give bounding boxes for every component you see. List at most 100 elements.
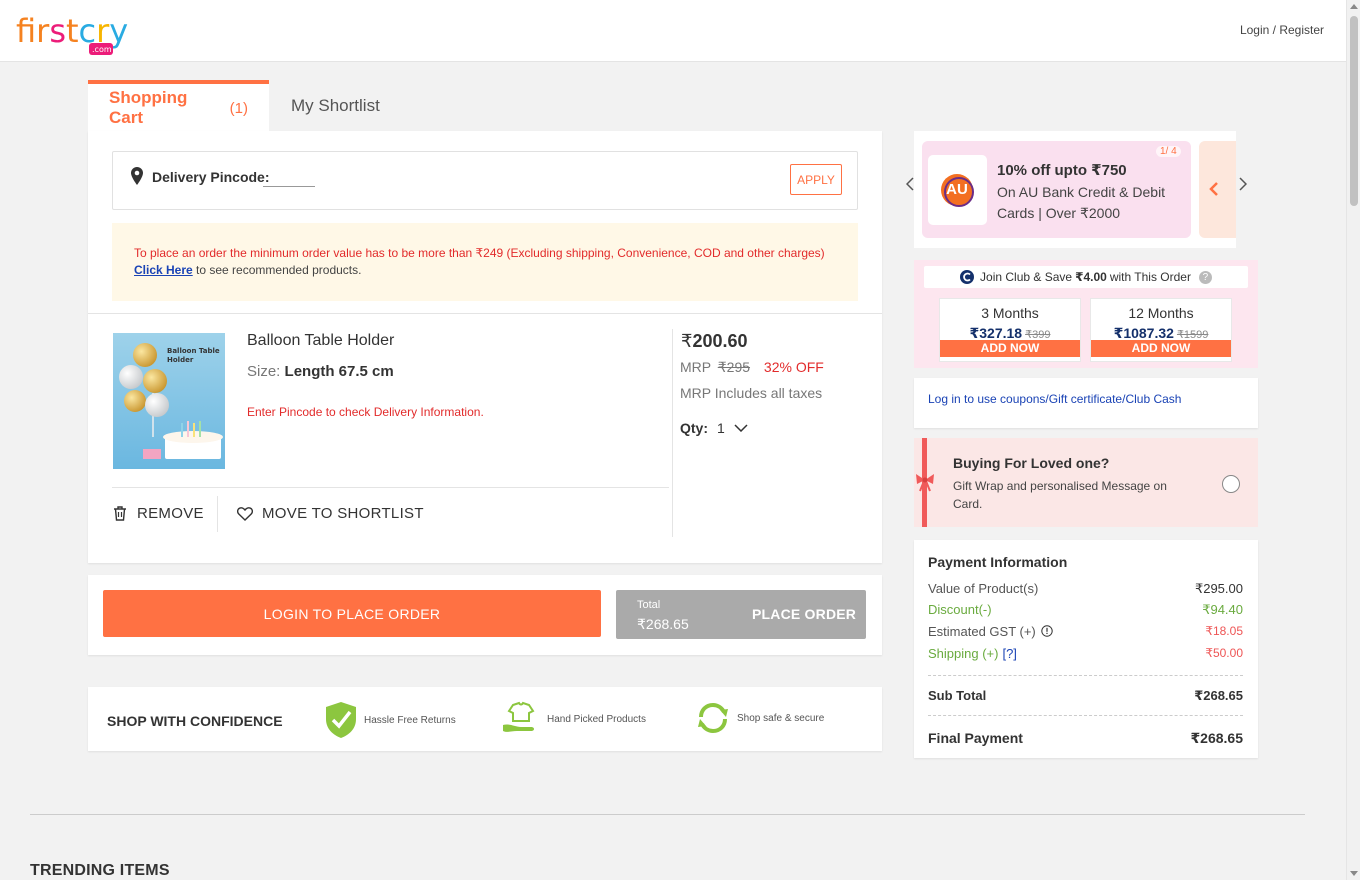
- hand-tshirt-icon: [503, 701, 535, 732]
- qty-label: Qty:: [680, 420, 708, 436]
- shop-with-confidence: SHOP WITH CONFIDENCE Hassle Free Returns…: [88, 687, 882, 751]
- subtotal-label: Sub Total: [928, 688, 987, 703]
- offer-pager: 1/ 4: [1156, 146, 1181, 157]
- chevron-left-icon: [1209, 182, 1218, 196]
- club-header: Join Club & Save ₹4.00 with This Order ?: [924, 266, 1248, 288]
- club-head-post: with This Order: [1109, 270, 1191, 284]
- tab-shopping-cart[interactable]: Shopping Cart (1): [88, 80, 269, 132]
- size-label: Size:: [247, 363, 281, 380]
- payment-row-value: Value of Product(s) ₹295.00: [928, 581, 1243, 597]
- coupon-login-link[interactable]: Log in to use coupons/Gift certificate/C…: [928, 392, 1181, 406]
- scroll-thumb[interactable]: [1350, 16, 1358, 206]
- order-bar: LOGIN TO PLACE ORDER Total ₹268.65 PLACE…: [88, 575, 882, 655]
- payment-shipping-label: Shipping (+) [?]: [928, 646, 1017, 661]
- login-register-link[interactable]: Login / Register: [1240, 23, 1324, 37]
- offer-card-next[interactable]: [1199, 141, 1236, 238]
- tab-my-shortlist[interactable]: My Shortlist: [270, 80, 401, 132]
- product-divider: [112, 487, 669, 488]
- payment-separator: [928, 715, 1243, 716]
- firstcry-logo[interactable]: firstcry .com: [16, 12, 136, 56]
- confidence-label: Hand Picked Products: [547, 713, 646, 725]
- click-here-link[interactable]: Click Here: [134, 263, 193, 277]
- login-to-place-order-button[interactable]: LOGIN TO PLACE ORDER: [103, 590, 601, 637]
- payment-label: Estimated GST (+): [928, 624, 1036, 639]
- confidence-item-returns: Hassle Free Returns: [324, 701, 456, 739]
- club-membership-box: Join Club & Save ₹4.00 with This Order ?…: [914, 260, 1258, 368]
- au-bank-logo-tile: AU: [928, 155, 987, 225]
- payment-value: ₹94.40: [1202, 602, 1243, 617]
- section-divider: [30, 814, 1305, 815]
- apply-pincode-button[interactable]: APPLY: [790, 164, 842, 195]
- place-order-button[interactable]: Total ₹268.65 PLACE ORDER: [616, 590, 866, 639]
- pincode-input[interactable]: [263, 166, 315, 187]
- remove-button[interactable]: REMOVE: [113, 505, 204, 522]
- location-pin-icon: [131, 167, 143, 185]
- product-image[interactable]: Balloon Table Holder: [113, 333, 225, 469]
- payment-gst-label: Estimated GST (+): [928, 624, 1054, 639]
- payment-row-final: Final Payment ₹268.65: [928, 730, 1243, 747]
- move-to-shortlist-button[interactable]: MOVE TO SHORTLIST: [237, 505, 424, 522]
- club-plan-name: 12 Months: [1128, 305, 1194, 321]
- tax-note: MRP Includes all taxes: [680, 385, 823, 401]
- scroll-up-icon[interactable]: [1350, 4, 1358, 9]
- club-help-icon[interactable]: ?: [1198, 270, 1212, 284]
- cart-panel: Delivery Pincode: APPLY To place an orde…: [88, 131, 882, 563]
- offer-card[interactable]: AU 1/ 4 10% off upto ₹750 On AU Bank Cre…: [922, 141, 1191, 238]
- secure-refresh-icon: [698, 702, 728, 734]
- confidence-item-secure: Shop safe & secure: [695, 701, 824, 735]
- club-plan-3-months[interactable]: 3 Months ₹327.18 ₹399 ADD NOW: [939, 298, 1081, 362]
- payment-information: Payment Information Value of Product(s) …: [914, 540, 1258, 758]
- payment-row-discount: Discount(-) ₹94.40: [928, 602, 1243, 618]
- product-mrp: MRP ₹295 32% OFF: [680, 359, 824, 376]
- product-size: Size: Length 67.5 cm: [247, 363, 394, 380]
- payment-value: ₹18.05: [1205, 624, 1243, 638]
- club-plan-12-months[interactable]: 12 Months ₹1087.32 ₹1599 ADD NOW: [1090, 298, 1232, 362]
- product-name[interactable]: Balloon Table Holder: [247, 332, 394, 350]
- club-head-pre: Join Club & Save: [980, 270, 1073, 284]
- club-add-now-button[interactable]: ADD NOW: [940, 340, 1080, 357]
- product-image-text: Balloon Table: [167, 347, 220, 355]
- quantity-select[interactable]: Qty: 1: [680, 420, 748, 436]
- chevron-right-icon[interactable]: [1239, 177, 1247, 191]
- payment-label: Shipping (+): [928, 646, 999, 661]
- gift-bow-icon: [916, 474, 934, 492]
- trash-icon: [114, 506, 126, 521]
- scroll-down-icon[interactable]: [1350, 871, 1358, 876]
- shortlist-label: MOVE TO SHORTLIST: [262, 505, 424, 522]
- action-separator: [217, 496, 218, 532]
- payment-label: Discount(-): [928, 602, 992, 617]
- size-value: Length 67.5 cm: [284, 363, 394, 380]
- subtotal-value: ₹268.65: [1194, 688, 1243, 703]
- heart-icon: [237, 506, 253, 521]
- discount-badge: 32% OFF: [763, 359, 824, 375]
- price-value: 200.60: [692, 331, 748, 351]
- club-add-now-button[interactable]: ADD NOW: [1091, 340, 1231, 357]
- chevron-down-icon: [734, 424, 748, 432]
- pincode-box: Delivery Pincode: APPLY: [112, 151, 858, 210]
- notice-text: To place an order the minimum order valu…: [134, 246, 825, 260]
- pincode-delivery-message: Enter Pincode to check Delivery Informat…: [247, 405, 484, 419]
- tab-shortlist-label: My Shortlist: [291, 96, 380, 115]
- payment-separator: [928, 675, 1243, 676]
- payment-row-shipping: Shipping (+) [?] ₹50.00: [928, 646, 1243, 661]
- payment-value: ₹295.00: [1194, 581, 1243, 596]
- chevron-left-icon[interactable]: [906, 177, 914, 191]
- gift-wrap-box[interactable]: Buying For Loved one? Gift Wrap and pers…: [914, 438, 1258, 527]
- page-scrollbar[interactable]: [1346, 0, 1360, 880]
- pincode-label: Delivery Pincode:: [152, 169, 270, 185]
- shield-check-icon: [326, 702, 356, 738]
- offer-description: On AU Bank Credit & Debit Cards | Over ₹…: [997, 184, 1166, 221]
- info-icon[interactable]: [1041, 625, 1054, 637]
- club-plan-price-value: ₹1087.32: [1113, 325, 1174, 341]
- shipping-help-link[interactable]: [?]: [1002, 646, 1016, 661]
- gift-wrap-radio[interactable]: [1222, 475, 1240, 493]
- cart-divider: [88, 313, 882, 314]
- confidence-label: Shop safe & secure: [737, 712, 825, 724]
- total-value: ₹268.65: [637, 616, 689, 632]
- min-order-notice: To place an order the minimum order valu…: [112, 223, 858, 301]
- tab-cart-label: Shopping Cart: [109, 88, 188, 127]
- trending-items-title: TRENDING ITEMS: [30, 862, 170, 879]
- au-bank-logo: AU: [941, 174, 974, 207]
- mrp-value: ₹295: [717, 359, 751, 375]
- svg-text:.com: .com: [92, 45, 112, 54]
